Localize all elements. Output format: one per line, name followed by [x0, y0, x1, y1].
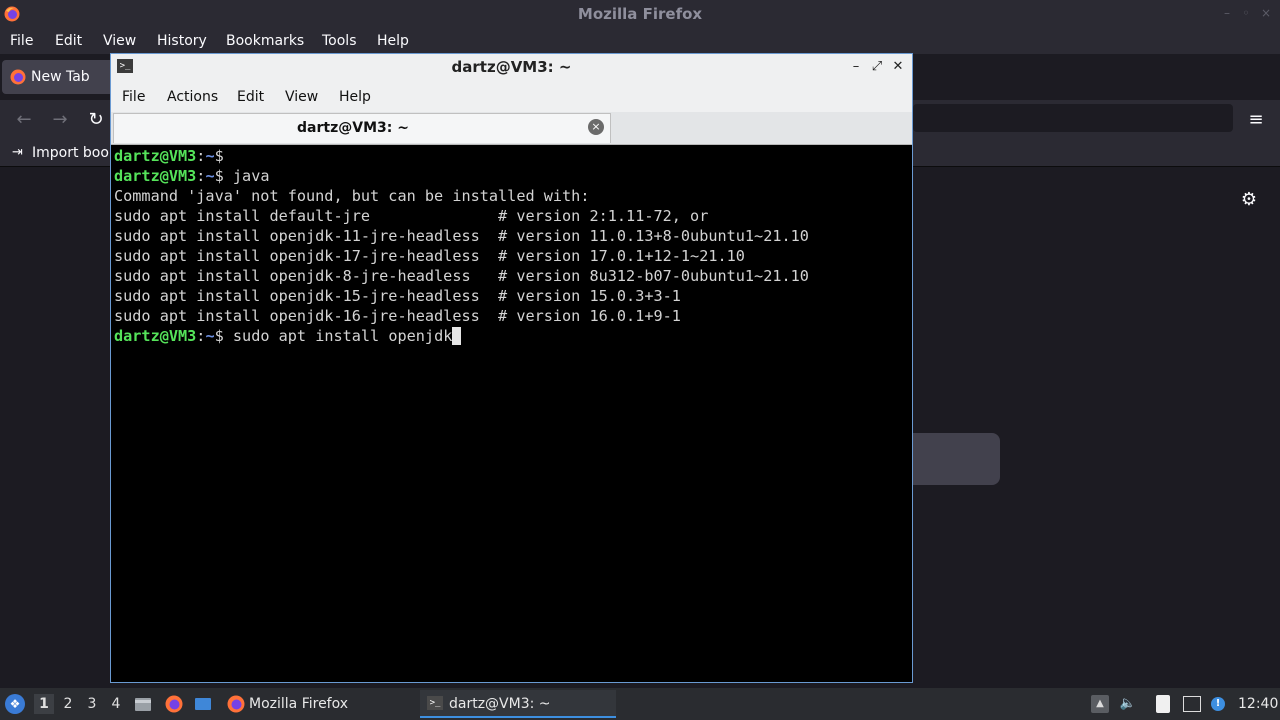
- tab-label: New Tab: [31, 69, 90, 85]
- menu-help[interactable]: Help: [377, 31, 409, 51]
- output-text: sudo apt install openjdk-17-jre-headless…: [114, 247, 745, 265]
- file-manager-icon[interactable]: [134, 695, 152, 713]
- network-icon[interactable]: [1183, 696, 1201, 712]
- output-text: sudo apt install openjdk-8-jre-headless …: [114, 267, 809, 285]
- output-text: sudo apt install openjdk-15-jre-headless…: [114, 287, 681, 305]
- prompt-dollar: $: [214, 327, 233, 345]
- back-icon[interactable]: ←: [12, 108, 36, 132]
- menu-bookmarks[interactable]: Bookmarks: [226, 31, 304, 51]
- menu-history[interactable]: History: [157, 31, 207, 51]
- firefox-launcher-icon[interactable]: [165, 695, 183, 713]
- prompt-user: dartz@VM3: [114, 167, 197, 185]
- command-text: java: [232, 167, 270, 185]
- import-bookmarks-button[interactable]: Import book: [32, 143, 117, 163]
- terminal-menu-help[interactable]: Help: [339, 87, 371, 107]
- prompt-path: ~: [205, 327, 215, 345]
- workspace-2[interactable]: 2: [58, 694, 78, 714]
- gear-icon[interactable]: ⚙: [1238, 189, 1260, 211]
- firefox-window-title: Mozilla Firefox: [577, 5, 703, 23]
- prompt-dollar: $: [214, 167, 233, 185]
- terminal-menu-actions[interactable]: Actions: [167, 87, 218, 107]
- output-text: sudo apt install openjdk-11-jre-headless…: [114, 227, 809, 245]
- output-text: sudo apt install openjdk-16-jre-headless…: [114, 307, 681, 325]
- command-text: sudo apt install openjdk: [232, 327, 453, 345]
- taskbar: [0, 688, 1280, 720]
- start-menu-icon[interactable]: ❖: [5, 694, 25, 714]
- terminal-output-line: sudo apt install openjdk-17-jre-headless…: [114, 246, 745, 266]
- menu-tools[interactable]: Tools: [322, 31, 357, 51]
- output-text: Command 'java' not found, but can be ins…: [114, 187, 590, 205]
- terminal-output-line: sudo apt install openjdk-16-jre-headless…: [114, 306, 681, 326]
- terminal-window-title: dartz@VM3: ~: [451, 58, 572, 76]
- terminal-prompt-line: dartz@VM3:~$ java: [114, 166, 269, 186]
- close-icon[interactable]: ✕: [890, 59, 906, 75]
- terminal-output-line: sudo apt install default-jre # version 2…: [114, 206, 708, 226]
- terminal-prompt-line: dartz@VM3:~$ sudo apt install openjdk: [114, 326, 462, 346]
- updates-icon[interactable]: ▲: [1091, 695, 1109, 713]
- firefox-icon: [227, 695, 245, 713]
- import-icon: ⇥: [12, 145, 23, 160]
- terminal-prompt-line: dartz@VM3:~$: [114, 146, 233, 166]
- menu-file[interactable]: File: [10, 31, 33, 51]
- menu-edit[interactable]: Edit: [55, 31, 82, 51]
- terminal-output-line: sudo apt install openjdk-11-jre-headless…: [114, 226, 809, 246]
- maximize-icon[interactable]: ⤢: [869, 59, 885, 75]
- restore-icon[interactable]: ◦: [1240, 7, 1252, 19]
- output-text: sudo apt install default-jre # version 2…: [114, 207, 709, 225]
- firefox-tab-icon: [10, 69, 26, 85]
- workspace-4[interactable]: 4: [106, 694, 126, 714]
- forward-icon[interactable]: →: [48, 108, 72, 132]
- prompt-path: ~: [205, 167, 215, 185]
- minimize-icon[interactable]: –: [848, 59, 864, 75]
- tab-close-icon[interactable]: ×: [588, 119, 604, 135]
- terminal-icon: >_: [427, 696, 443, 710]
- menu-view[interactable]: View: [103, 31, 136, 51]
- workspace-1[interactable]: 1: [34, 694, 54, 714]
- reload-icon[interactable]: ↻: [84, 108, 108, 132]
- terminal-menu-file[interactable]: File: [122, 87, 145, 107]
- taskbar-task-label: dartz@VM3: ~: [449, 696, 551, 712]
- url-bar[interactable]: [913, 104, 1233, 132]
- new-tab-search-box[interactable]: [900, 433, 1000, 485]
- text-cursor: [452, 327, 462, 345]
- prompt-user: dartz@VM3: [114, 147, 197, 165]
- prompt-path: ~: [205, 147, 215, 165]
- terminal-output-line: sudo apt install openjdk-15-jre-headless…: [114, 286, 681, 306]
- terminal-menu-view[interactable]: View: [285, 87, 318, 107]
- terminal-output-line: Command 'java' not found, but can be ins…: [114, 186, 589, 206]
- volume-icon[interactable]: 🔈: [1119, 695, 1137, 713]
- taskbar-task-label: Mozilla Firefox: [249, 696, 349, 712]
- hamburger-menu-icon[interactable]: ≡: [1244, 108, 1268, 132]
- terminal-output-line: sudo apt install openjdk-8-jre-headless …: [114, 266, 809, 286]
- prompt-user: dartz@VM3: [114, 327, 197, 345]
- terminal-menu-edit[interactable]: Edit: [237, 87, 264, 107]
- workspace-3[interactable]: 3: [82, 694, 102, 714]
- clipboard-icon[interactable]: [1156, 695, 1170, 713]
- minimize-icon[interactable]: –: [1221, 7, 1233, 19]
- terminal-tab-label: dartz@VM3: ~: [297, 120, 409, 136]
- show-desktop-icon[interactable]: [194, 695, 212, 713]
- close-icon[interactable]: ×: [1260, 7, 1272, 19]
- terminal-menubar: [111, 81, 912, 112]
- clock[interactable]: 12:40: [1238, 694, 1278, 714]
- prompt-dollar: $: [214, 147, 233, 165]
- notification-icon[interactable]: !: [1211, 697, 1225, 711]
